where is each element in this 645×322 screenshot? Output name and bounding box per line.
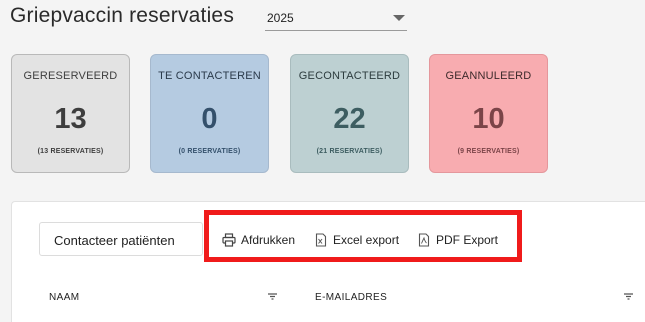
- contact-patients-button[interactable]: Contacteer patiënten: [39, 222, 203, 256]
- card-label: GERESERVEERD: [23, 70, 118, 82]
- year-select-value: 2025: [267, 11, 294, 25]
- highlight-box: [204, 210, 522, 262]
- card-geannuleerd[interactable]: GEANNULEERD 10 (9 RESERVATIES): [429, 54, 548, 173]
- card-gereserveerd[interactable]: GERESERVEERD 13 (13 RESERVATIES): [11, 54, 130, 173]
- card-subcount: (9 RESERVATIES): [457, 148, 520, 155]
- column-header-naam[interactable]: NAAM: [49, 292, 80, 303]
- column-header-email[interactable]: E-MAILADRES: [315, 292, 387, 303]
- card-subcount: (0 RESERVATIES): [178, 148, 241, 155]
- card-label: GECONTACTEERD: [298, 70, 401, 82]
- page-title: Griepvaccin reservaties: [10, 4, 235, 27]
- year-select[interactable]: 2025: [265, 6, 407, 31]
- card-count: 22: [333, 103, 366, 135]
- filter-icon[interactable]: [268, 293, 277, 300]
- card-label: GEANNULEERD: [445, 70, 532, 82]
- card-count: 13: [54, 103, 87, 135]
- card-subcount: (13 RESERVATIES): [37, 148, 104, 155]
- card-count: 0: [201, 103, 218, 135]
- card-te-contacteren[interactable]: TE CONTACTEREN 0 (0 RESERVATIES): [150, 54, 269, 173]
- card-label: TE CONTACTEREN: [158, 70, 261, 82]
- card-gecontacteerd[interactable]: GECONTACTEERD 22 (21 RESERVATIES): [290, 54, 409, 173]
- card-subcount: (21 RESERVATIES): [316, 148, 383, 155]
- card-count: 10: [472, 103, 505, 135]
- filter-icon[interactable]: [624, 293, 633, 300]
- chevron-down-icon: [393, 15, 405, 21]
